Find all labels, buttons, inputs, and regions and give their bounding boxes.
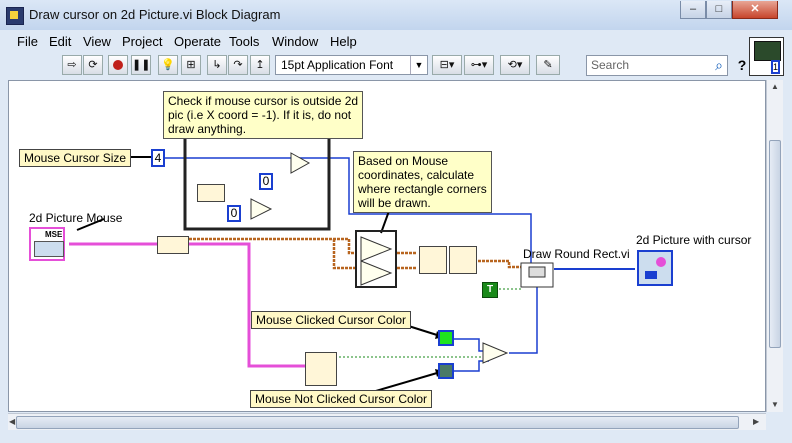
block-diagram-canvas[interactable]: Mouse Cursor Size 4 Check if mouse curso…	[8, 80, 766, 412]
maximize-button[interactable]: □	[706, 1, 732, 19]
run-icon[interactable]: ⇨	[62, 55, 82, 75]
clean-up-diagram-icon[interactable]: ✎	[536, 55, 560, 75]
abort-icon[interactable]	[108, 55, 128, 75]
retain-wire-values-icon[interactable]: ⊞	[181, 55, 201, 75]
close-button[interactable]: ✕	[732, 1, 778, 19]
scroll-left-icon[interactable]: ◀	[9, 417, 15, 426]
mouse-icon	[34, 241, 64, 257]
menu-tools[interactable]: Tools	[229, 34, 259, 49]
horizontal-scroll-thumb[interactable]	[16, 416, 739, 429]
clicked-color-label: Mouse Clicked Cursor Color	[251, 311, 412, 329]
draw-round-rect-label: Draw Round Rect.vi	[523, 247, 630, 261]
zero-constant-b[interactable]: 0	[227, 205, 241, 222]
draw-round-rect-glyph	[528, 266, 546, 278]
size-constant[interactable]: 4	[151, 149, 165, 167]
compare-node-2	[250, 198, 273, 220]
search-placeholder: Search	[591, 58, 630, 72]
menu-edit[interactable]: Edit	[49, 34, 71, 49]
vertical-scrollbar[interactable]: ▲ ▼	[766, 80, 783, 412]
menu-help[interactable]: Help	[330, 34, 357, 49]
toolbar: ⇨ ⟳ ❚❚ 💡 ⊞ ↳ ↷ ↥ 15pt Application Font ▼…	[8, 53, 748, 79]
scroll-right-icon[interactable]: ▶	[753, 417, 759, 426]
corners-comment: Based on Mouse coordinates, calculate wh…	[353, 151, 492, 213]
window-title: Draw cursor on 2d Picture.vi Block Diagr…	[29, 7, 281, 22]
orange-wire-1	[189, 237, 356, 255]
window: Draw cursor on 2d Picture.vi Block Diagr…	[0, 0, 792, 443]
status-bar	[0, 430, 792, 443]
zero-constant-a[interactable]: 0	[259, 173, 273, 190]
true-constant[interactable]: T	[482, 282, 498, 298]
font-select[interactable]: 15pt Application Font ▼	[275, 55, 428, 75]
connector-number: 1	[770, 60, 780, 74]
picture-mouse-label: 2d Picture Mouse	[29, 211, 123, 225]
connector-pane[interactable]: 1	[749, 37, 784, 76]
picture-with-cursor-label: 2d Picture with cursor	[636, 233, 752, 247]
horizontal-scrollbar[interactable]: ◀ ▶	[8, 413, 766, 431]
select-node	[482, 342, 509, 364]
chevron-down-icon: ▼	[410, 56, 427, 74]
highlight-execution-icon[interactable]: 💡	[158, 55, 178, 75]
menu-project[interactable]: Project	[122, 34, 162, 49]
align-objects-icon[interactable]: ⊟▾	[432, 55, 462, 75]
scroll-down-icon[interactable]: ▼	[771, 400, 779, 409]
outside-check-comment: Check if mouse cursor is outside 2d pic …	[163, 91, 364, 139]
clicked-color-terminal[interactable]	[438, 330, 454, 346]
mse-text: MSE	[45, 230, 63, 239]
orange-wire-5	[474, 259, 521, 269]
minimize-button[interactable]: –	[680, 1, 706, 19]
vi-icon	[6, 7, 24, 25]
picture-indicator-glyph	[656, 257, 666, 267]
menu-view[interactable]: View	[83, 34, 111, 49]
not-clicked-color-terminal[interactable]	[438, 363, 454, 379]
vi-icon-preview	[754, 41, 781, 61]
step-over-icon[interactable]: ↷	[228, 55, 248, 75]
bundle-node-1[interactable]	[419, 246, 447, 274]
picture-indicator-terminal[interactable]	[637, 250, 673, 286]
scroll-up-icon[interactable]: ▲	[771, 82, 779, 91]
bundle-node-2[interactable]	[449, 246, 477, 274]
reorder-icon[interactable]: ⟲▾	[500, 55, 530, 75]
picture-indicator-glyph-2	[645, 271, 657, 279]
pause-icon[interactable]: ❚❚	[131, 55, 151, 75]
menu-operate[interactable]: Operate	[174, 34, 221, 49]
unbundle-node[interactable]	[157, 236, 189, 254]
run-continuously-icon[interactable]: ⟳	[83, 55, 103, 75]
step-out-icon[interactable]: ↥	[250, 55, 270, 75]
color-out-wire	[509, 276, 538, 354]
menu-window[interactable]: Window	[272, 34, 318, 49]
font-select-value: 15pt Application Font	[281, 58, 394, 72]
mouse-cursor-size-label: Mouse Cursor Size	[19, 149, 132, 167]
picture-mouse-terminal[interactable]: MSE	[29, 227, 65, 261]
menu-bar: File Edit View Project Operate Tools Win…	[8, 31, 748, 53]
menu-file[interactable]: File	[17, 34, 38, 49]
not-clicked-color-label: Mouse Not Clicked Cursor Color	[250, 390, 433, 408]
subtract-node	[360, 236, 393, 262]
index-node[interactable]	[197, 184, 225, 202]
distribute-objects-icon[interactable]: ⊶▾	[464, 55, 494, 75]
title-bar: Draw cursor on 2d Picture.vi Block Diagr…	[0, 0, 792, 30]
mouse-wire-down	[184, 242, 307, 368]
step-into-icon[interactable]: ↳	[207, 55, 227, 75]
mouse-state-unbundle[interactable]	[305, 352, 337, 386]
add-node	[360, 260, 393, 286]
search-icon[interactable]: ⌕	[715, 56, 723, 75]
compare-node-1	[290, 152, 311, 174]
vertical-scroll-thumb[interactable]	[769, 140, 781, 348]
search-input[interactable]: Search ⌕	[586, 55, 728, 76]
